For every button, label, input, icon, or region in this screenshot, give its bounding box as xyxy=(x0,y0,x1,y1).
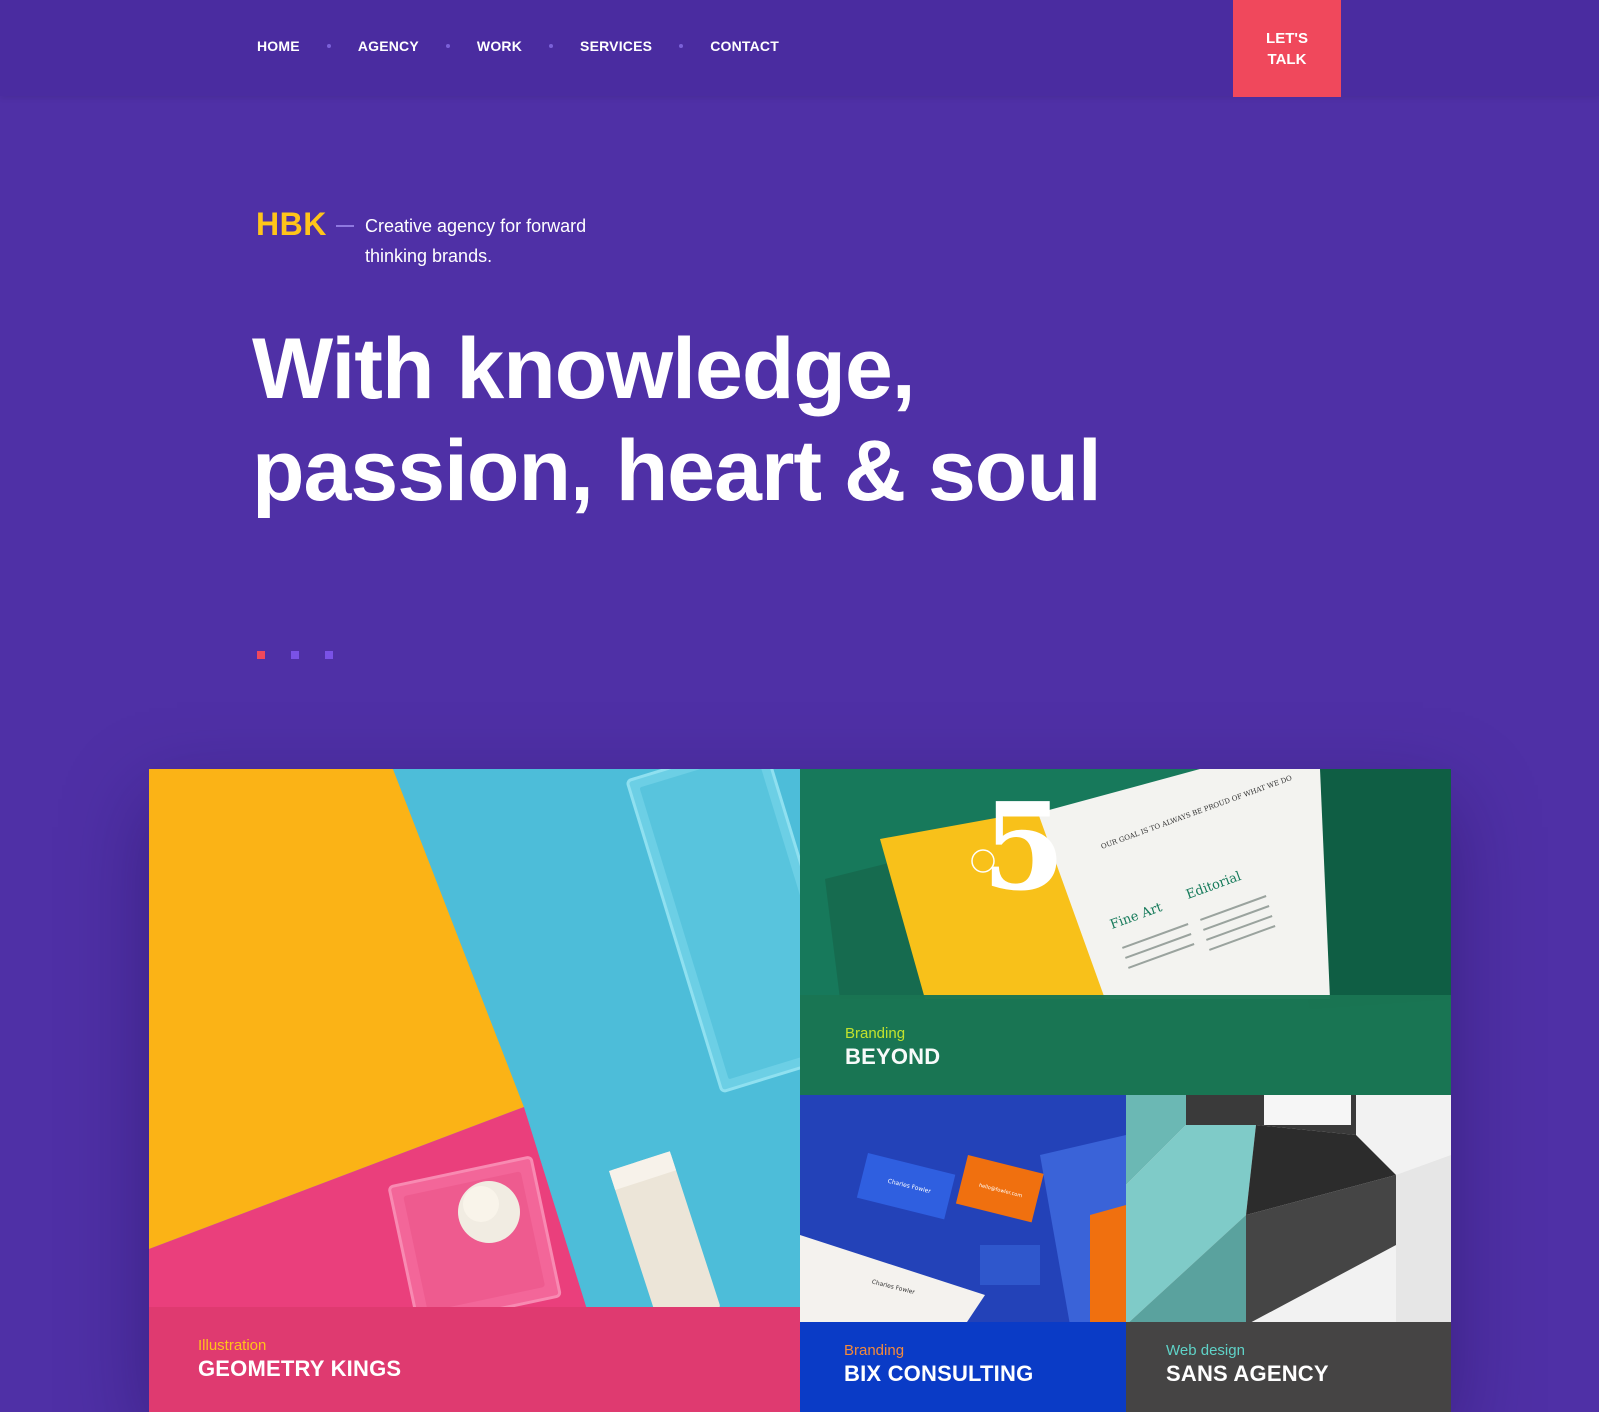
nav-separator-dot xyxy=(326,44,331,48)
headline-line-1: With knowledge, xyxy=(252,321,916,417)
project-title: BEYOND xyxy=(845,1044,941,1069)
project-card-beyond[interactable]: 5 OUR GOAL IS TO ALWAYS BE PROUD OF WHAT… xyxy=(800,769,1451,1095)
nav-home[interactable]: HOME xyxy=(257,38,300,54)
nav-contact[interactable]: CONTACT xyxy=(710,38,779,54)
nav-separator-dot xyxy=(549,44,554,48)
slider-dots xyxy=(257,651,359,659)
slider-dot-1[interactable] xyxy=(257,651,265,659)
project-category: Branding xyxy=(844,1342,905,1359)
project-caption: Branding BEYOND xyxy=(800,995,1451,1095)
nav-separator-dot xyxy=(445,44,450,48)
project-category: Web design xyxy=(1166,1342,1245,1359)
slider-dot-3[interactable] xyxy=(325,651,333,659)
tagline: Creative agency for forward thinking bra… xyxy=(365,216,587,266)
brand-logo[interactable]: HBK xyxy=(256,206,327,243)
nav-services[interactable]: SERVICES xyxy=(580,38,652,54)
book-number: 5 xyxy=(982,777,1066,918)
top-navigation-bar: HOME AGENCY WORK SERVICES CONTACT LET'S … xyxy=(0,0,1599,97)
nav-separator-dot xyxy=(679,44,684,48)
project-caption: Web design SANS AGENCY xyxy=(1126,1322,1451,1412)
main-nav: HOME AGENCY WORK SERVICES CONTACT xyxy=(257,38,779,54)
portfolio-grid: Illustration GEOMETRY KINGS 5 OUR GOAL I… xyxy=(149,769,1451,1412)
project-title: BIX CONSULTING xyxy=(844,1361,1034,1386)
project-title: GEOMETRY KINGS xyxy=(198,1356,402,1381)
brand-dash xyxy=(336,225,354,227)
nav-agency[interactable]: AGENCY xyxy=(358,38,419,54)
nav-work[interactable]: WORK xyxy=(477,38,522,54)
headline-line-2: passion, heart & soul xyxy=(252,423,1102,519)
project-title: SANS AGENCY xyxy=(1166,1361,1329,1386)
project-card-sans-agency[interactable]: Web design SANS AGENCY xyxy=(1126,1095,1451,1412)
cta-label-line2: TALK xyxy=(1267,50,1307,68)
hero-headline: With knowledge, passion, heart & soul xyxy=(252,318,1252,522)
slider-dot-2[interactable] xyxy=(291,651,299,659)
project-caption: Illustration GEOMETRY KINGS xyxy=(149,1307,800,1412)
cta-label-line1: LET'S xyxy=(1266,29,1308,47)
project-card-geometry-kings[interactable]: Illustration GEOMETRY KINGS xyxy=(149,769,800,1412)
project-card-bix-consulting[interactable]: Charles Fowler hello@fowler.com Charles … xyxy=(800,1095,1126,1412)
project-category: Branding xyxy=(845,1025,906,1042)
project-caption: Branding BIX CONSULTING xyxy=(800,1322,1126,1412)
project-category: Illustration xyxy=(198,1337,267,1354)
lets-talk-button[interactable]: LET'S TALK xyxy=(1233,0,1341,97)
